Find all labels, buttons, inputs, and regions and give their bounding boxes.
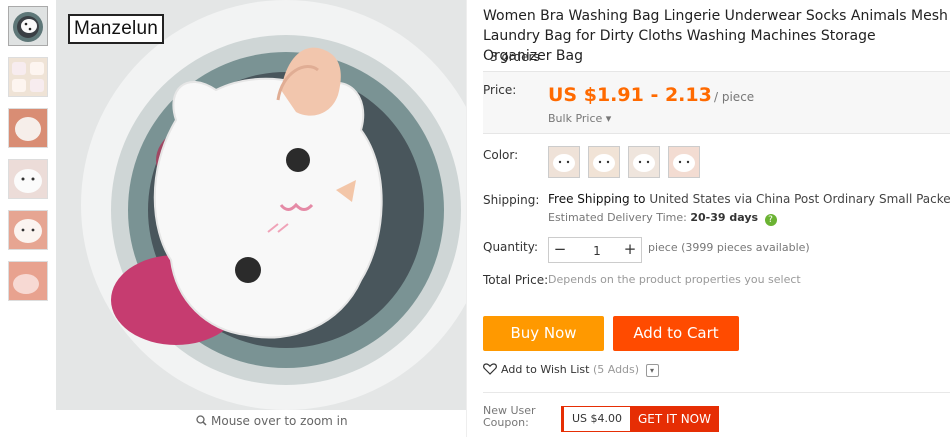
color-swatch-3[interactable] <box>628 146 660 178</box>
thumbnail-list <box>8 6 48 312</box>
shipping-method[interactable]: Free Shipping to United States via China… <box>548 192 950 206</box>
buy-now-button[interactable]: Buy Now <box>483 316 604 351</box>
divider <box>483 392 950 393</box>
wishlist-count: (5 Adds) <box>592 363 640 376</box>
quantity-input[interactable] <box>573 239 621 263</box>
heart-icon <box>483 363 497 378</box>
order-count: 3 orders <box>490 50 540 64</box>
shipping-destination: United States via China Post Ordinary Sm… <box>649 192 950 206</box>
zoom-hint: Mouse over to zoom in <box>196 414 348 429</box>
coupon-amount: US $4.00 <box>561 406 631 432</box>
bulk-price-label: Bulk Price <box>548 112 603 125</box>
quantity-decrease-button[interactable]: − <box>549 238 571 262</box>
thumbnail-3[interactable] <box>8 108 48 148</box>
quantity-increase-button[interactable]: + <box>619 238 641 262</box>
color-swatch-4[interactable] <box>668 146 700 178</box>
price-unit: / piece <box>714 90 755 104</box>
shipping-to-text: to <box>633 192 646 206</box>
price-box: Price: US $1.91 - 2.13 / piece Bulk Pric… <box>483 71 950 134</box>
free-shipping-text: Free Shipping <box>548 192 630 206</box>
total-label: Total Price: <box>483 273 549 287</box>
thumbnail-6[interactable] <box>8 261 48 301</box>
quantity-label: Quantity: <box>483 240 539 254</box>
quantity-stepper: − + <box>548 237 642 263</box>
caret-down-icon: ▾ <box>605 112 612 125</box>
thumbnail-5[interactable] <box>8 210 48 250</box>
thumbnail-4[interactable] <box>8 159 48 199</box>
help-icon[interactable]: ? <box>764 214 777 226</box>
coupon-label: New User Coupon: <box>483 404 536 429</box>
product-photo <box>56 0 466 410</box>
thumbnail-2[interactable] <box>8 57 48 97</box>
get-coupon-button[interactable]: GET IT NOW <box>630 406 719 432</box>
delivery-estimate: Estimated Delivery Time: 20-39 days ? <box>548 211 777 226</box>
main-product-image[interactable]: Manzelun <box>56 0 466 410</box>
price-label: Price: <box>483 83 517 97</box>
delivery-value: 20-39 days <box>690 211 759 224</box>
color-swatch-1[interactable] <box>548 146 580 178</box>
chevron-down-icon[interactable]: ▾ <box>645 364 659 377</box>
zoom-hint-text: Mouse over to zoom in <box>211 414 348 428</box>
price-value: US $1.91 - 2.13 <box>548 84 712 106</box>
color-swatch-2[interactable] <box>588 146 620 178</box>
shipping-label: Shipping: <box>483 193 540 207</box>
total-note: Depends on the product properties you se… <box>548 273 801 286</box>
availability-note: piece (3999 pieces available) <box>648 241 810 254</box>
magnifier-icon <box>196 415 207 429</box>
delivery-label: Estimated Delivery Time: <box>548 211 687 224</box>
product-details: Women Bra Washing Bag Lingerie Underwear… <box>466 0 950 437</box>
thumbnail-1[interactable] <box>8 6 48 46</box>
bulk-price-toggle[interactable]: Bulk Price ▾ <box>548 112 611 125</box>
product-title: Women Bra Washing Bag Lingerie Underwear… <box>483 8 948 64</box>
add-to-cart-button[interactable]: Add to Cart <box>613 316 739 351</box>
color-swatches <box>548 146 708 181</box>
wishlist-label: Add to Wish List <box>501 363 590 376</box>
add-to-wishlist[interactable]: Add to Wish List (5 Adds) ▾ <box>483 363 659 378</box>
color-label: Color: <box>483 148 519 162</box>
brand-logo: Manzelun <box>68 14 164 44</box>
